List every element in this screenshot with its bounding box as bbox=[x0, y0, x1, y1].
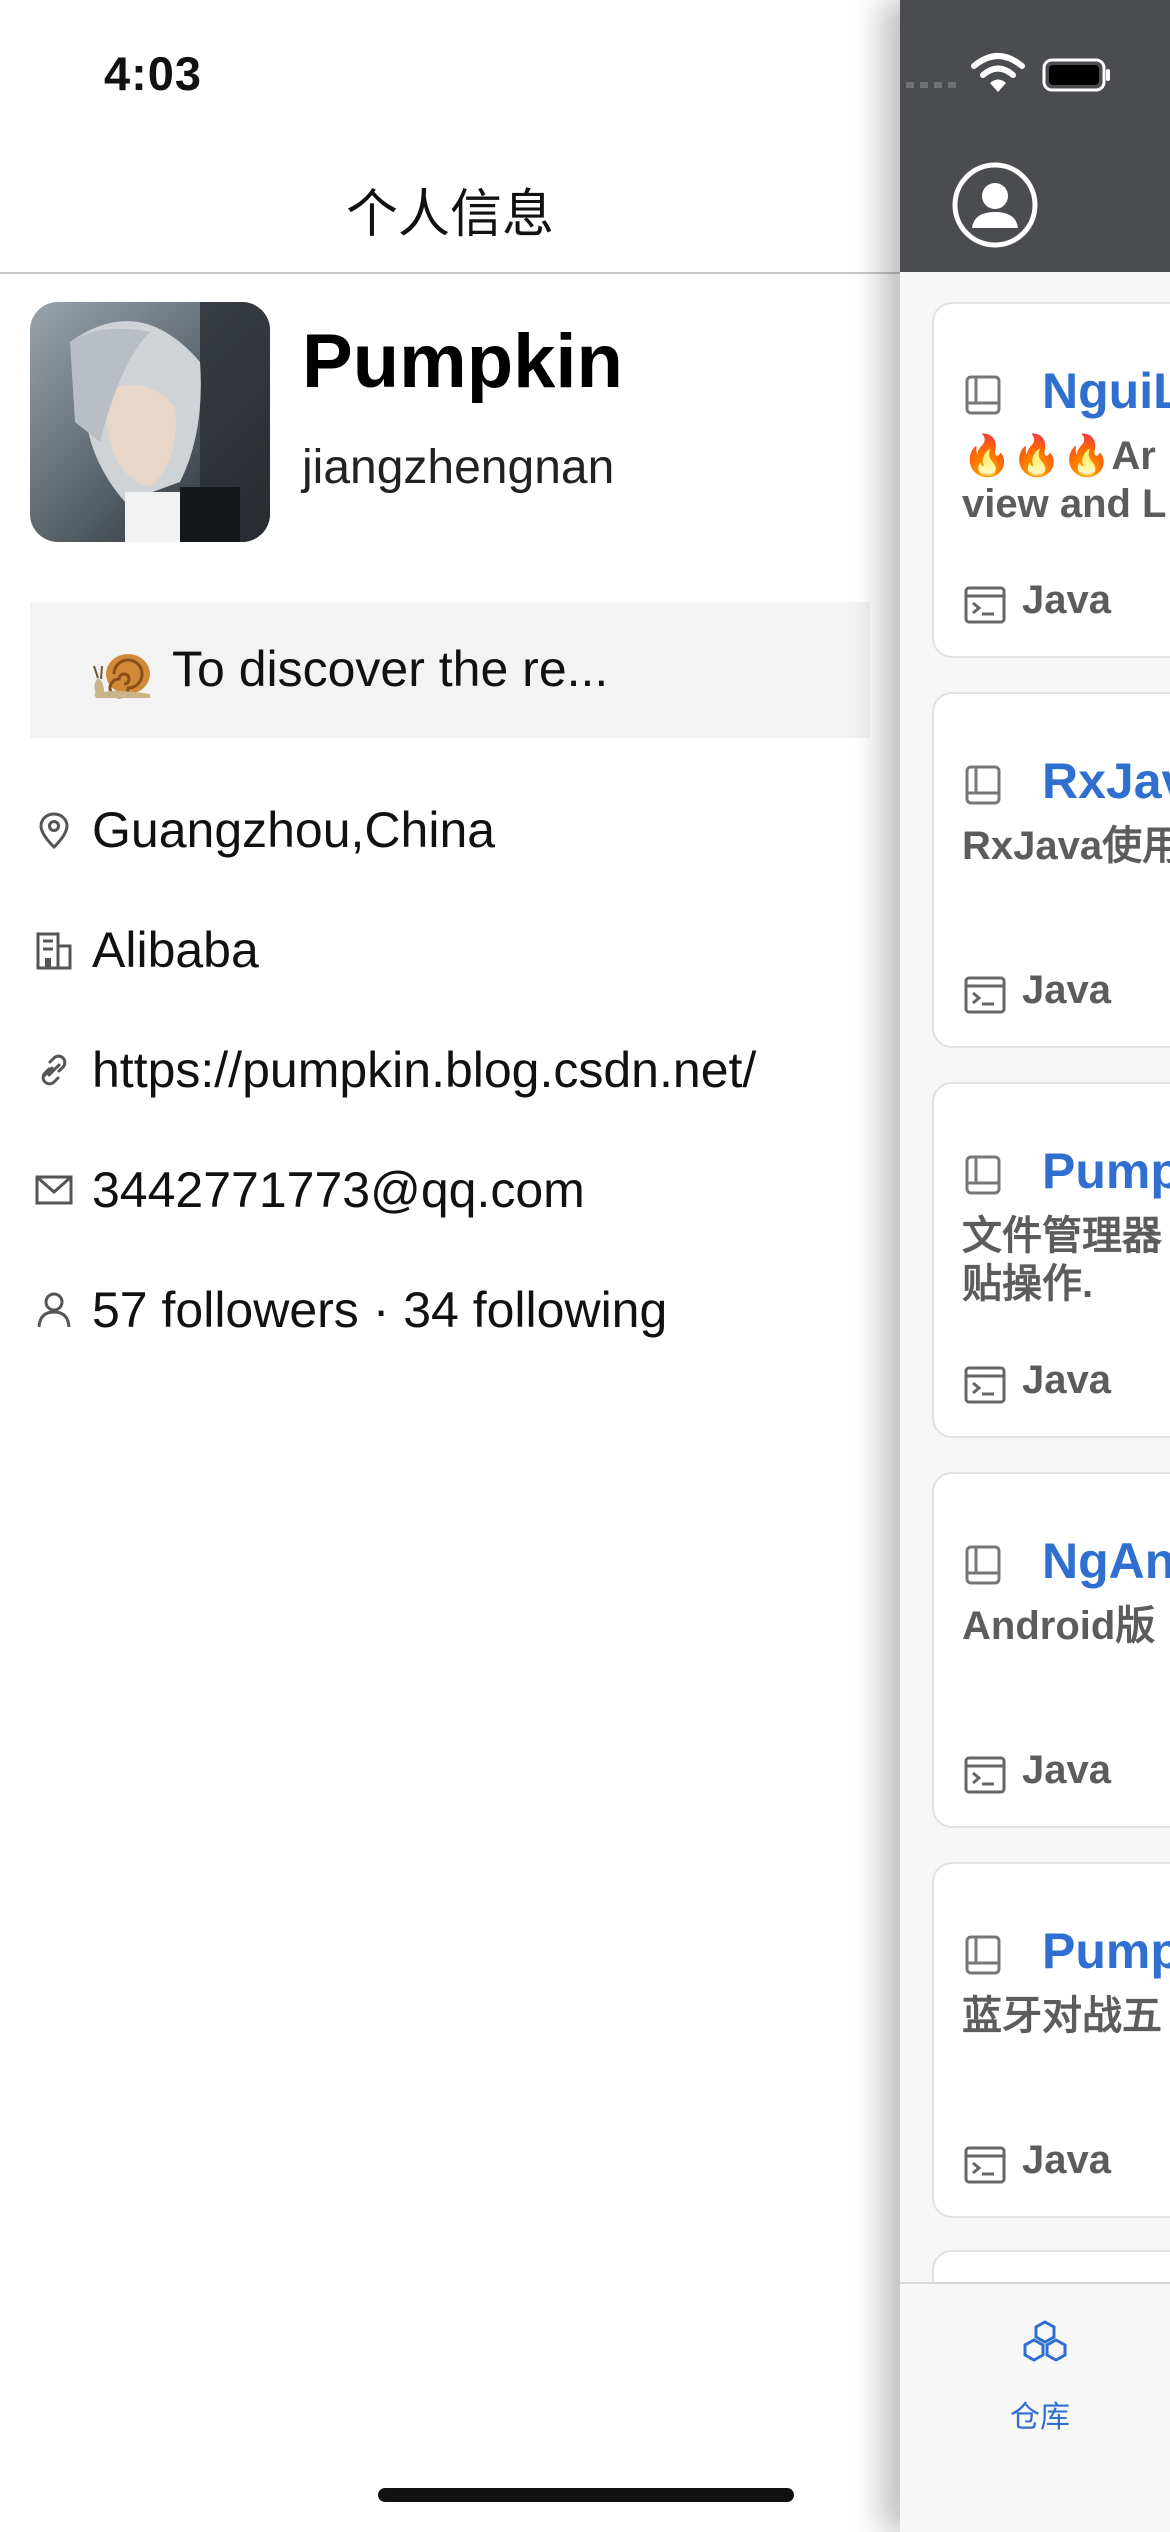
company-icon bbox=[30, 926, 78, 974]
repo-description: 蓝牙对战五 bbox=[962, 1994, 1162, 2038]
website-link[interactable]: https://pumpkin.blog.csdn.net/ bbox=[92, 1041, 756, 1099]
mail-icon bbox=[30, 1166, 78, 1214]
location-icon bbox=[30, 806, 78, 854]
profile-drawer: 4:03 个人信息 Pumpkin jiangzhengnan To disco… bbox=[0, 0, 900, 2532]
repo-card[interactable]: RxJav RxJava使用 Java bbox=[932, 692, 1170, 1048]
signal-dots-icon bbox=[906, 82, 962, 88]
repo-language: Java bbox=[1022, 2138, 1111, 2182]
repo-language: Java bbox=[1022, 968, 1111, 1012]
book-icon bbox=[965, 1935, 1001, 1975]
company-text: Alibaba bbox=[92, 922, 259, 978]
repo-card[interactable]: NguiL 🔥🔥🔥Ar view and L Java bbox=[932, 302, 1170, 658]
book-icon bbox=[965, 1155, 1001, 1195]
tab-repositories[interactable]: 仓库 bbox=[1010, 2392, 1070, 2436]
bio-text: To discover the re... bbox=[172, 641, 609, 697]
repo-card[interactable]: Pump 文件管理器 贴操作. Java bbox=[932, 1082, 1170, 1438]
email-row[interactable]: 3442771773@qq.com bbox=[30, 1158, 585, 1222]
repo-name[interactable]: Pump bbox=[1042, 1922, 1170, 1980]
book-icon bbox=[965, 765, 1001, 805]
company-row: Alibaba bbox=[30, 918, 259, 982]
snail-icon bbox=[93, 654, 150, 699]
avatar[interactable] bbox=[30, 302, 270, 542]
book-icon bbox=[965, 1545, 1001, 1585]
profile-icon[interactable] bbox=[950, 160, 1040, 250]
repo-name[interactable]: Pump bbox=[1042, 1142, 1170, 1200]
page-title: 个人信息 bbox=[345, 185, 554, 245]
repo-card[interactable]: Pump 蓝牙对战五 Java bbox=[932, 1862, 1170, 2218]
repo-card[interactable]: NgAnd Android版 Java bbox=[932, 1472, 1170, 1828]
main-header bbox=[900, 0, 1170, 272]
location-row: Guangzhou,China bbox=[30, 798, 495, 862]
book-icon bbox=[965, 375, 1001, 415]
terminal-icon bbox=[964, 2146, 1006, 2184]
main-screen[interactable]: NguiL 🔥🔥🔥Ar view and L Java RxJav RxJava… bbox=[900, 0, 1170, 2532]
follow-row[interactable]: 57 followers · 34 following bbox=[30, 1278, 667, 1342]
home-indicator bbox=[378, 2488, 794, 2502]
tab-bar: 仓库 bbox=[900, 2282, 1170, 2532]
location-text: Guangzhou,China bbox=[92, 802, 496, 858]
repo-name[interactable]: NgAnd bbox=[1042, 1532, 1170, 1590]
person-icon bbox=[30, 1286, 78, 1334]
repo-description: RxJava使用 bbox=[962, 824, 1170, 868]
followers-text[interactable]: 57 followers · 34 following bbox=[92, 1281, 667, 1339]
website-row[interactable]: https://pumpkin.blog.csdn.net/ bbox=[30, 1038, 756, 1102]
repository-cubes-icon[interactable] bbox=[1020, 2318, 1070, 2366]
repo-description: Android版 bbox=[962, 1604, 1156, 1648]
display-name: Pumpkin bbox=[302, 319, 623, 404]
avatar-image bbox=[30, 302, 270, 542]
login-name: jiangzhengnan bbox=[302, 441, 615, 494]
repo-language: Java bbox=[1022, 578, 1111, 622]
repo-language: Java bbox=[1022, 1748, 1111, 1792]
email-text[interactable]: 3442771773@qq.com bbox=[92, 1161, 585, 1219]
status-bar-time: 4:03 bbox=[104, 47, 203, 100]
repo-name[interactable]: RxJav bbox=[1042, 752, 1170, 810]
terminal-icon bbox=[964, 586, 1006, 624]
nav-divider bbox=[0, 272, 900, 274]
terminal-icon bbox=[964, 1756, 1006, 1794]
wifi-icon bbox=[971, 53, 1025, 92]
terminal-icon bbox=[964, 976, 1006, 1014]
repo-description: 文件管理器 贴操作. bbox=[962, 1214, 1162, 1306]
repo-language: Java bbox=[1022, 1358, 1111, 1402]
link-icon bbox=[30, 1046, 78, 1094]
battery-icon bbox=[1042, 58, 1110, 92]
terminal-icon bbox=[964, 1366, 1006, 1404]
bio-box: To discover the re... bbox=[30, 602, 870, 738]
repo-name[interactable]: NguiL bbox=[1042, 362, 1170, 420]
repo-description: 🔥🔥🔥Ar view and L bbox=[962, 434, 1167, 526]
